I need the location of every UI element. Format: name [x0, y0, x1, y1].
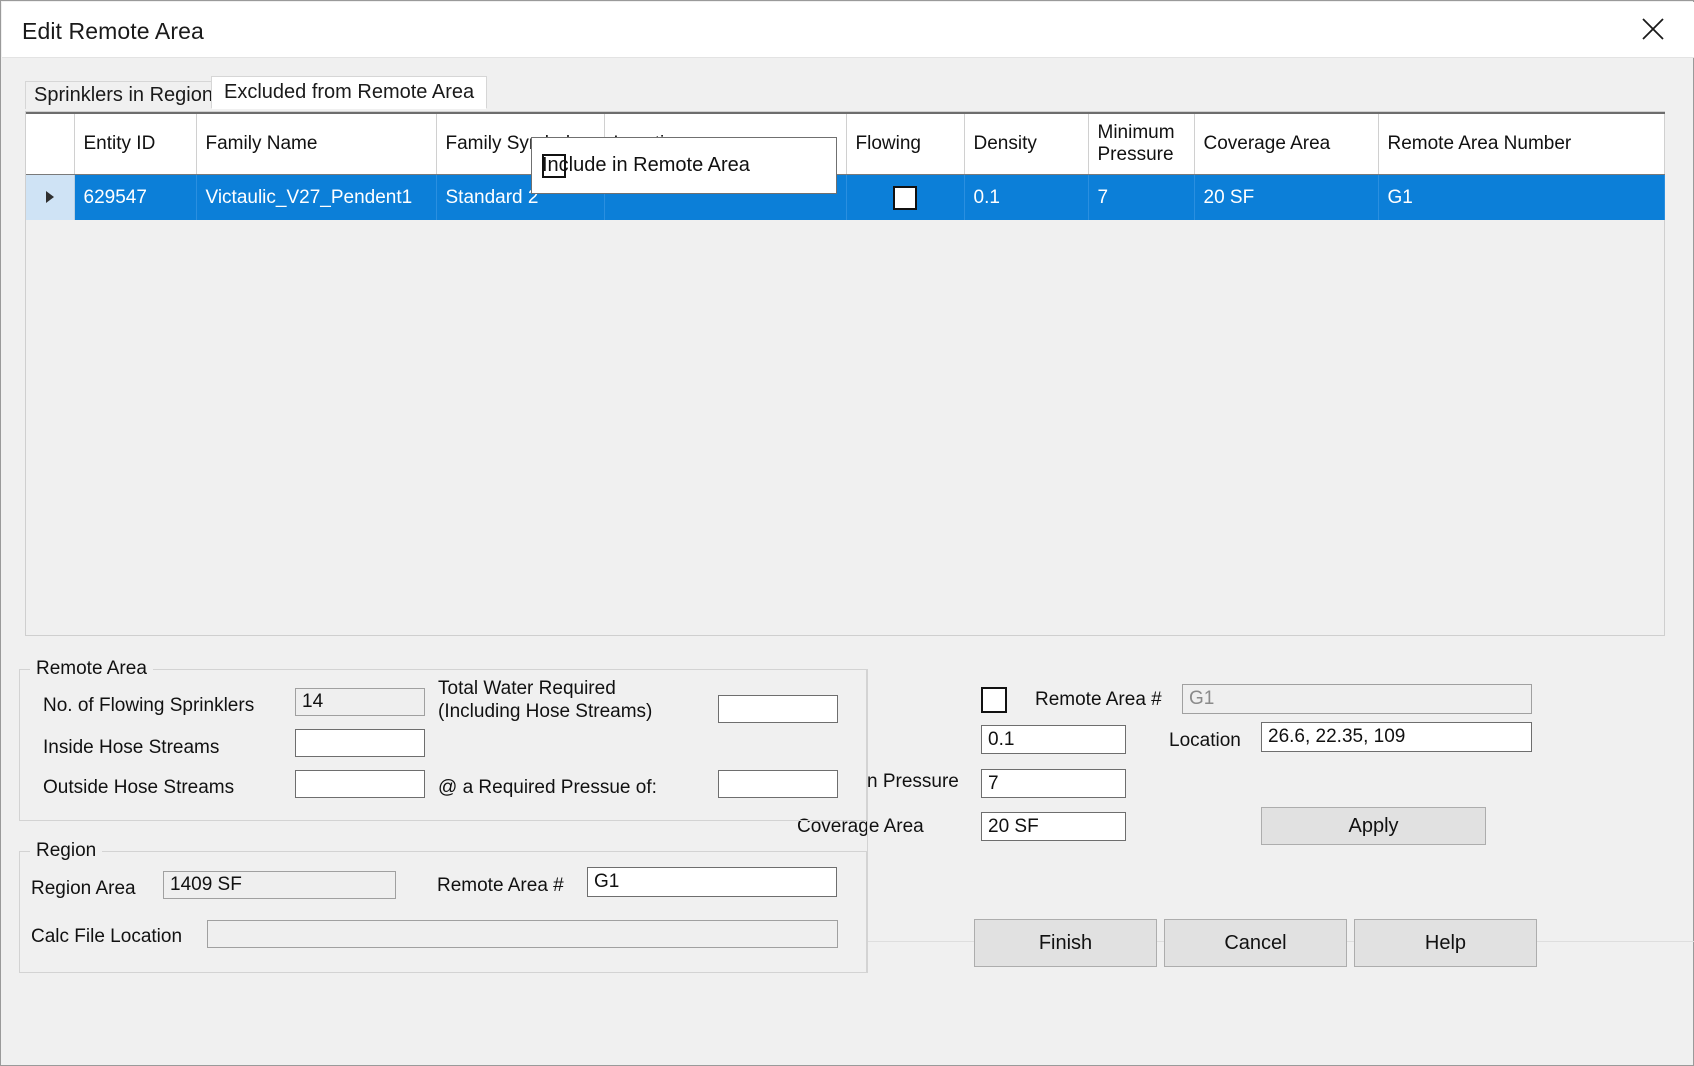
region-remote-area-number-input[interactable]: G1	[587, 867, 837, 897]
detail-minimum-pressure-label: n Pressure	[867, 771, 959, 792]
excluded-sprinklers-grid: Entity ID Family Name Family Symbol Loca…	[25, 111, 1665, 636]
total-water-required-input[interactable]	[718, 695, 838, 723]
apply-button[interactable]: Apply	[1261, 807, 1486, 845]
column-header-density[interactable]: Density	[964, 112, 1089, 175]
detail-location-input[interactable]: 26.6, 22.35, 109	[1261, 722, 1532, 752]
tab-strip: Sprinklers in Region Excluded from Remot…	[25, 76, 1665, 109]
region-area-label: Region Area	[31, 878, 136, 899]
edit-remote-area-dialog: Edit Remote Area Sprinklers in Region Ex…	[0, 0, 1694, 1066]
column-header-family-name[interactable]: Family Name	[196, 112, 437, 175]
cancel-button[interactable]: Cancel	[1164, 919, 1347, 967]
region-group-legend: Region	[30, 840, 103, 862]
detail-minimum-pressure-input[interactable]: 7	[981, 769, 1126, 798]
tab-sprinklers-in-region[interactable]: Sprinklers in Region	[25, 81, 222, 109]
cell-coverage-area[interactable]: 20 SF	[1194, 174, 1379, 220]
outside-hose-streams-input[interactable]	[295, 770, 425, 798]
detail-coverage-area-input[interactable]: 20 SF	[981, 812, 1126, 841]
total-water-required-label-line2: (Including Hose Streams)	[438, 701, 653, 722]
tab-excluded-from-remote-area[interactable]: Excluded from Remote Area	[211, 76, 488, 109]
detail-remote-area-number-input[interactable]: G1	[1182, 684, 1532, 714]
calc-file-location-label: Calc File Location	[31, 926, 183, 947]
tab-label: Sprinklers in Region	[34, 84, 213, 106]
detail-remote-area-number-label: Remote Area #	[1035, 689, 1162, 710]
remote-area-group-legend: Remote Area	[30, 658, 153, 680]
no-flowing-sprinklers-label: No. of Flowing Sprinklers	[43, 695, 255, 716]
cell-minimum-pressure[interactable]: 7	[1088, 174, 1195, 220]
page-title: Edit Remote Area	[22, 18, 204, 44]
column-header-flowing[interactable]: Flowing	[846, 112, 965, 175]
inside-hose-streams-input[interactable]	[295, 729, 425, 757]
required-pressure-label: @ a Required Pressue of:	[438, 777, 657, 798]
row-indicator-icon	[45, 190, 54, 203]
cell-entity-id[interactable]: 629547	[74, 174, 197, 220]
tab-label: Excluded from Remote Area	[224, 81, 475, 103]
calc-file-location-input[interactable]	[207, 920, 838, 948]
table-row[interactable]: 629547 Victaulic_V27_Pendent1 Standard 2…	[26, 174, 1665, 220]
region-remote-area-number-label: Remote Area #	[437, 875, 564, 896]
grid-table: Entity ID Family Name Family Symbol Loca…	[26, 112, 1665, 220]
include-in-remote-area-popup: Include in Remote Area	[531, 137, 837, 194]
column-header-remote-area-number[interactable]: Remote Area Number	[1378, 112, 1665, 175]
row-selector[interactable]	[26, 174, 75, 220]
required-pressure-input[interactable]	[718, 770, 838, 798]
panel-divider	[867, 669, 868, 973]
detail-density-input[interactable]: 0.1	[981, 725, 1126, 754]
cell-remote-area-number[interactable]: G1	[1378, 174, 1665, 220]
grid-corner-header[interactable]	[26, 112, 75, 175]
no-flowing-sprinklers-input[interactable]: 14	[295, 688, 425, 716]
detail-location-label: Location	[1169, 730, 1241, 751]
grid-header-row: Entity ID Family Name Family Symbol Loca…	[26, 112, 1665, 175]
cell-density[interactable]: 0.1	[964, 174, 1089, 220]
outside-hose-streams-label: Outside Hose Streams	[43, 777, 235, 798]
column-header-entity-id[interactable]: Entity ID	[74, 112, 197, 175]
total-water-required-label-line1: Total Water Required	[438, 678, 616, 699]
column-header-minimum-pressure[interactable]: Minimum Pressure	[1088, 112, 1195, 175]
finish-button[interactable]: Finish	[974, 919, 1157, 967]
cell-flowing[interactable]	[846, 174, 965, 220]
column-header-coverage-area[interactable]: Coverage Area	[1194, 112, 1379, 175]
close-icon[interactable]	[1622, 2, 1684, 56]
region-area-input[interactable]: 1409 SF	[163, 871, 396, 899]
include-in-remote-area-label: Include in Remote Area	[542, 153, 750, 176]
detail-remote-area-checkbox[interactable]	[981, 687, 1007, 713]
flowing-checkbox[interactable]	[893, 185, 917, 210]
cell-family-name[interactable]: Victaulic_V27_Pendent1	[196, 174, 437, 220]
help-button[interactable]: Help	[1354, 919, 1537, 967]
title-bar: Edit Remote Area	[2, 2, 1694, 58]
inside-hose-streams-label: Inside Hose Streams	[43, 737, 220, 758]
